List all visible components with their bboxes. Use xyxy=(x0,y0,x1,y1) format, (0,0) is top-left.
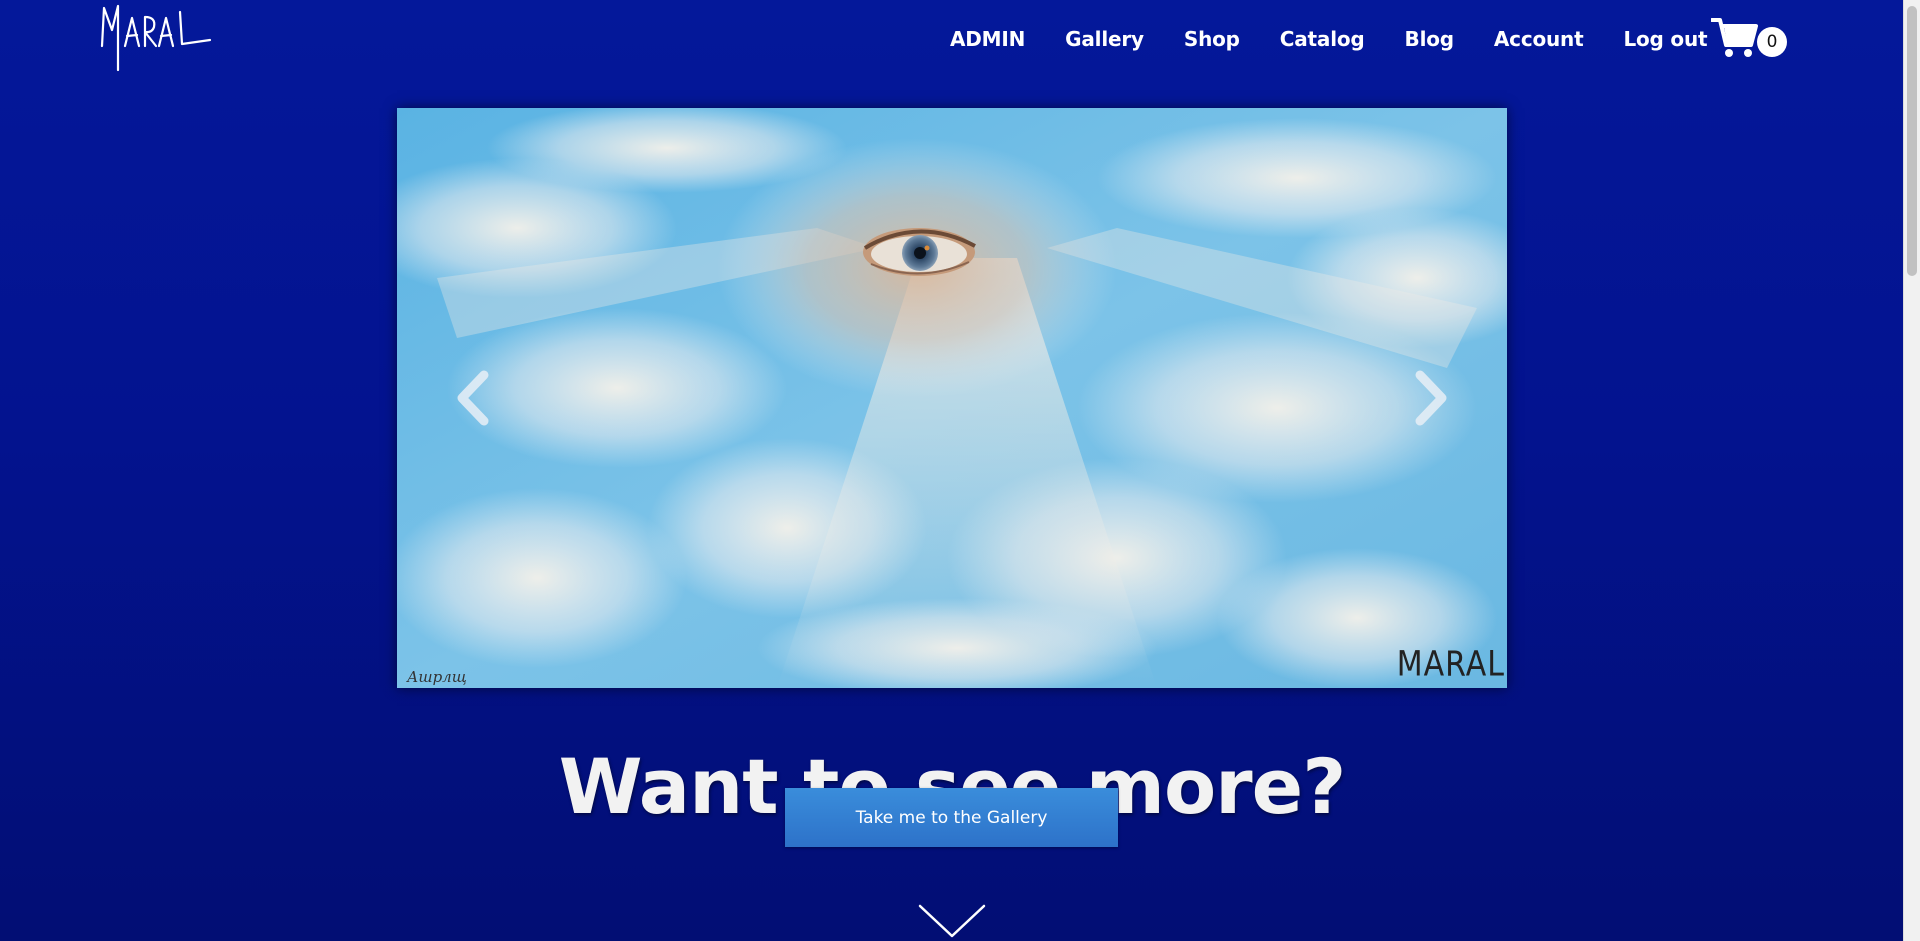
page: ADMIN Gallery Shop Catalog Blog Account … xyxy=(0,0,1920,941)
page-scrollbar[interactable] xyxy=(1903,0,1920,941)
nav-item-blog[interactable]: Blog xyxy=(1405,27,1455,51)
chevron-down-icon xyxy=(918,904,986,938)
nav-item-admin[interactable]: ADMIN xyxy=(950,27,1025,51)
nav-item-account[interactable]: Account xyxy=(1494,27,1584,51)
chevron-left-icon xyxy=(457,370,489,426)
painting-signature-left: Ашрлщ xyxy=(407,668,467,686)
nav-item-logout[interactable]: Log out xyxy=(1623,27,1707,51)
eye-in-sky-painting xyxy=(397,108,1507,688)
carousel-next-button[interactable] xyxy=(1392,363,1462,433)
carousel-prev-button[interactable] xyxy=(442,363,512,433)
painting-signature: MARAL xyxy=(1396,644,1505,685)
maral-logo-mark xyxy=(100,4,212,72)
chevron-right-icon xyxy=(1415,370,1447,426)
main-nav: ADMIN Gallery Shop Catalog Blog Account … xyxy=(950,22,1708,56)
cart-button[interactable]: 0 xyxy=(1711,15,1791,59)
gallery-cta-button[interactable]: Take me to the Gallery xyxy=(785,788,1118,847)
nav-item-catalog[interactable]: Catalog xyxy=(1280,27,1365,51)
scrollbar-thumb[interactable] xyxy=(1907,6,1917,276)
maral-logo[interactable] xyxy=(98,2,214,74)
cart-icon xyxy=(1711,18,1758,57)
cart-count-badge: 0 xyxy=(1757,27,1787,57)
nav-item-gallery[interactable]: Gallery xyxy=(1065,27,1144,51)
hero-carousel: Ашрлщ MARAL xyxy=(397,108,1507,688)
nav-item-shop[interactable]: Shop xyxy=(1184,27,1240,51)
scroll-down-button[interactable] xyxy=(918,902,986,940)
